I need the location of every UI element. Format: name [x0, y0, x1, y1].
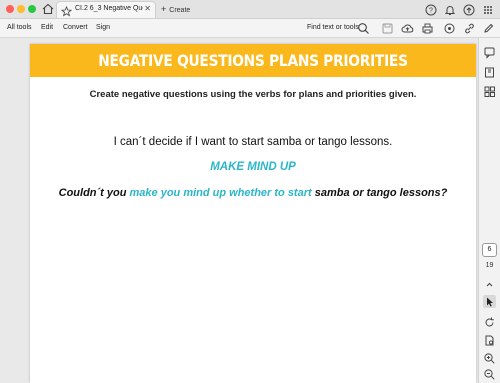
menu-sign[interactable]: Sign	[96, 24, 110, 31]
window-titlebar: CI.2 6_3 Negative Que... ✕ +Create ?	[0, 0, 500, 19]
close-tab-icon[interactable]: ✕	[144, 4, 151, 13]
extract-page-icon[interactable]	[483, 334, 496, 347]
answer-highlight: make you mind up whether to start	[129, 187, 312, 199]
edit-pencil-icon[interactable]	[482, 22, 495, 35]
save-disabled-icon[interactable]	[381, 22, 394, 35]
share-cloud-icon[interactable]	[463, 3, 475, 16]
total-pages: 19	[485, 262, 494, 269]
menu-all-tools[interactable]: All tools	[7, 24, 32, 31]
menu-convert[interactable]: Convert	[63, 24, 88, 31]
search-icon[interactable]	[357, 22, 370, 35]
zoom-in-icon[interactable]	[483, 352, 496, 365]
notifications-icon[interactable]	[444, 3, 456, 15]
close-window-button[interactable]	[6, 5, 14, 13]
verb-phrase: MAKE MIND UP	[210, 161, 296, 173]
plus-icon: +	[161, 4, 167, 14]
help-icon[interactable]: ?	[425, 3, 437, 16]
create-tab-button[interactable]: + Create	[161, 4, 190, 14]
create-tab-label: Create	[169, 7, 191, 14]
banner-title: NEGATIVE QUESTIONS PLANS PRIORITIES	[98, 51, 408, 70]
thumbnails-panel-icon[interactable]	[483, 85, 496, 98]
svg-text:?: ?	[429, 8, 433, 15]
document-tab[interactable]: CI.2 6_3 Negative Que... ✕	[56, 1, 156, 18]
star-icon[interactable]	[60, 4, 73, 17]
prompt-sentence: I can´t decide if I want to start samba …	[113, 136, 393, 148]
maximize-window-button[interactable]	[28, 5, 36, 13]
menu-toolbar: All tools Edit Convert Sign Find text or…	[0, 19, 500, 38]
document-page: NEGATIVE QUESTIONS PLANS PRIORITIES Crea…	[30, 44, 476, 383]
link-icon[interactable]	[463, 22, 476, 35]
rotate-icon[interactable]	[483, 316, 496, 329]
print-icon[interactable]	[421, 22, 434, 35]
upload-cloud-icon[interactable]	[401, 22, 414, 35]
find-text-or-tools[interactable]: Find text or tools	[307, 24, 359, 31]
select-cursor-icon[interactable]	[483, 295, 496, 308]
answer-suffix: samba or tango lessons?	[314, 187, 448, 199]
chevron-up-icon[interactable]	[483, 278, 496, 291]
apps-grid-icon[interactable]	[482, 3, 494, 15]
right-tool-rail: 6 19	[478, 38, 500, 383]
instruction-text: Create negative questions using the verb…	[89, 89, 417, 100]
answer-prefix: Couldn´t you	[58, 187, 127, 199]
menu-edit[interactable]: Edit	[41, 24, 53, 31]
minimize-window-button[interactable]	[17, 5, 25, 13]
home-icon[interactable]	[41, 2, 55, 16]
bookmark-panel-icon[interactable]	[483, 66, 496, 79]
zoom-out-icon[interactable]	[483, 368, 496, 381]
current-page-field[interactable]: 6	[482, 243, 497, 257]
tab-title: CI.2 6_3 Negative Que...	[75, 5, 143, 12]
answer-sentence: Couldn´t you make you mind up whether to…	[30, 187, 476, 199]
title-banner: NEGATIVE QUESTIONS PLANS PRIORITIES	[30, 44, 476, 77]
ai-assistant-icon[interactable]	[443, 22, 456, 35]
comment-panel-icon[interactable]	[483, 46, 496, 59]
